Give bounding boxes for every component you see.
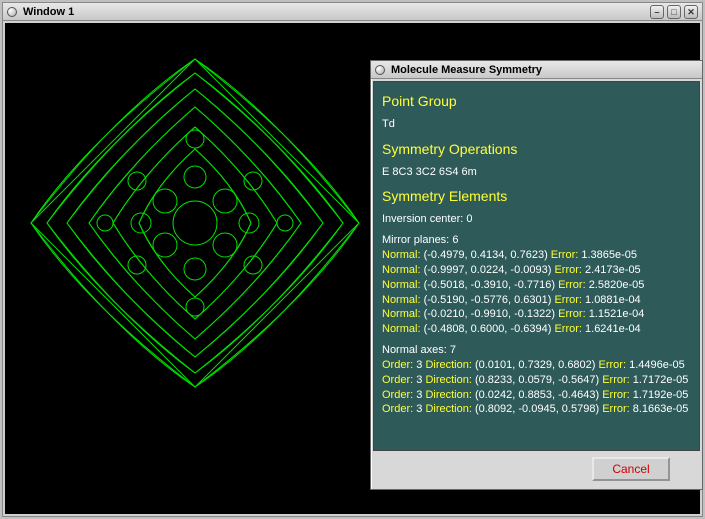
inversion-row: Inversion center: 0 [382, 212, 691, 227]
axis-row: Order: 3 Direction: (0.0242, 0.8853, -0.… [382, 388, 691, 403]
close-button[interactable]: ✕ [684, 5, 698, 19]
dialog-footer: Cancel [373, 451, 700, 487]
mirror-row: Normal: (-0.5190, -0.5776, 0.6301) Error… [382, 293, 691, 308]
mirror-row: Normal: (-0.4808, 0.6000, -0.6394) Error… [382, 322, 691, 337]
maximize-button[interactable]: □ [667, 5, 681, 19]
heading-pointgroup: Point Group [382, 92, 691, 111]
molecule-render [25, 53, 365, 393]
mirror-row: Normal: (-0.4979, 0.4134, 0.7623) Error:… [382, 248, 691, 263]
heading-symops: Symmetry Operations [382, 140, 691, 159]
mirror-count-row: Mirror planes: 6 [382, 233, 691, 248]
pointgroup-value: Td [382, 117, 691, 132]
mirror-row: Normal: (-0.0210, -0.9910, -0.1322) Erro… [382, 307, 691, 322]
app-icon [7, 7, 17, 17]
window-controls: – □ ✕ [650, 5, 698, 19]
dialog-titlebar: Molecule Measure Symmetry [371, 61, 702, 79]
symmetry-dialog: Molecule Measure Symmetry Point Group Td… [370, 60, 703, 490]
axis-row: Order: 3 Direction: (0.0101, 0.7329, 0.6… [382, 358, 691, 373]
heading-symelems: Symmetry Elements [382, 187, 691, 206]
window-title: Window 1 [23, 6, 650, 18]
minimize-button[interactable]: – [650, 5, 664, 19]
cancel-button[interactable]: Cancel [592, 457, 670, 481]
mirror-row: Normal: (-0.5018, -0.3910, -0.7716) Erro… [382, 278, 691, 293]
mirror-row: Normal: (-0.9997, 0.0224, -0.0093) Error… [382, 263, 691, 278]
main-titlebar: Window 1 – □ ✕ [3, 3, 702, 21]
axis-row: Order: 3 Direction: (0.8233, 0.0579, -0.… [382, 373, 691, 388]
dialog-icon [375, 65, 385, 75]
symops-value: E 8C3 3C2 6S4 6m [382, 165, 691, 180]
axis-row: Order: 3 Direction: (0.8092, -0.0945, 0.… [382, 402, 691, 417]
axes-count-row: Normal axes: 7 [382, 343, 691, 358]
dialog-content[interactable]: Point Group Td Symmetry Operations E 8C3… [373, 81, 700, 451]
dialog-title: Molecule Measure Symmetry [391, 64, 698, 76]
